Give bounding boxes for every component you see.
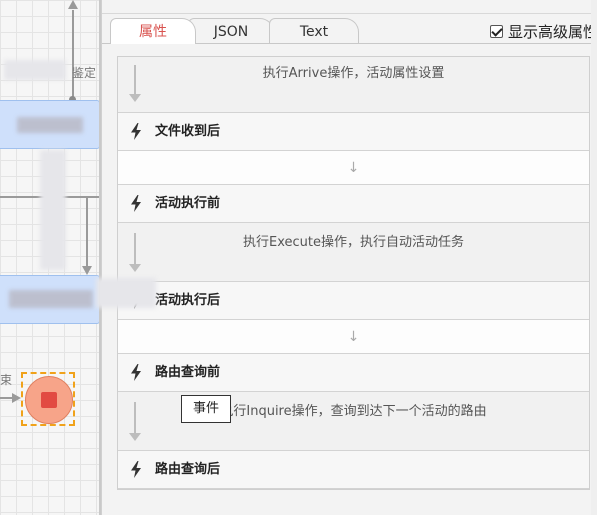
event-label: 路由查询前 (155, 365, 221, 380)
event-row[interactable]: 文件收到后 (118, 113, 589, 151)
diagram-canvas[interactable]: 鉴定 束 (0, 0, 100, 515)
list-item: ↓ (118, 320, 589, 354)
event-label: 活动执行前 (155, 196, 221, 211)
lightning-icon (131, 364, 141, 381)
event-label: 文件收到后 (155, 124, 221, 139)
list-item: 执行Arrive操作，活动属性设置 (118, 57, 589, 113)
event-label: 活动执行后 (155, 293, 221, 308)
tab-attributes[interactable]: 属性 (110, 18, 196, 44)
show-advanced-toggle[interactable]: 显示高级属性 (489, 20, 597, 42)
event-description: 执行Execute操作，执行自动活动任务 (243, 235, 464, 250)
lightning-icon (131, 461, 141, 478)
lightning-icon (131, 123, 141, 140)
connector-line (86, 196, 88, 268)
blurred-label (4, 60, 66, 80)
canvas-label-top: 鉴定 (72, 66, 97, 80)
tab-text[interactable]: Text (269, 18, 359, 44)
down-arrow-icon: ↓ (347, 160, 360, 176)
panel-header-strip (102, 0, 597, 14)
show-advanced-label: 显示高级属性 (507, 22, 597, 41)
event-label: 路由查询后 (155, 462, 221, 477)
end-node-label: 束 (0, 373, 13, 387)
blurred-connector (40, 150, 66, 270)
down-arrow-head (129, 94, 141, 102)
event-list: 执行Arrive操作，活动属性设置 文件收到后 ↓ 活动执行前 执行Execut… (117, 56, 590, 490)
event-row[interactable]: 活动执行后 (118, 282, 589, 320)
arrow-head-down (82, 266, 92, 275)
blurred-node-text (17, 117, 83, 133)
tab-json[interactable]: JSON (188, 18, 274, 44)
activity-node-1[interactable] (0, 100, 100, 149)
stop-icon (41, 392, 57, 408)
list-item: ↓ (118, 151, 589, 185)
down-arrow-icon: ↓ (347, 329, 360, 345)
activity-node-2[interactable] (0, 275, 100, 324)
event-row[interactable]: 路由查询后 (118, 451, 589, 489)
event-row[interactable]: 路由查询前 (118, 354, 589, 392)
tooltip: 事件 (181, 395, 231, 423)
list-item: 执行Execute操作，执行自动活动任务 (118, 223, 589, 282)
connector-line (72, 10, 74, 100)
arrow-head-right (12, 393, 21, 403)
lightning-icon (131, 195, 141, 212)
blurred-label (96, 278, 156, 308)
down-arrow-head (129, 264, 141, 272)
properties-panel: 属性 JSON Text 显示高级属性 执行Arrive操作，活动属性设置 文件… (101, 0, 597, 515)
arrow-head-up (68, 0, 78, 9)
scrollbar[interactable] (591, 0, 597, 515)
checkbox-checked-icon[interactable] (489, 24, 503, 38)
down-arrow-head (129, 433, 141, 441)
event-description: 执行Arrive操作，活动属性设置 (262, 66, 445, 81)
blurred-node-text (9, 290, 93, 308)
event-row[interactable]: 活动执行前 (118, 185, 589, 223)
